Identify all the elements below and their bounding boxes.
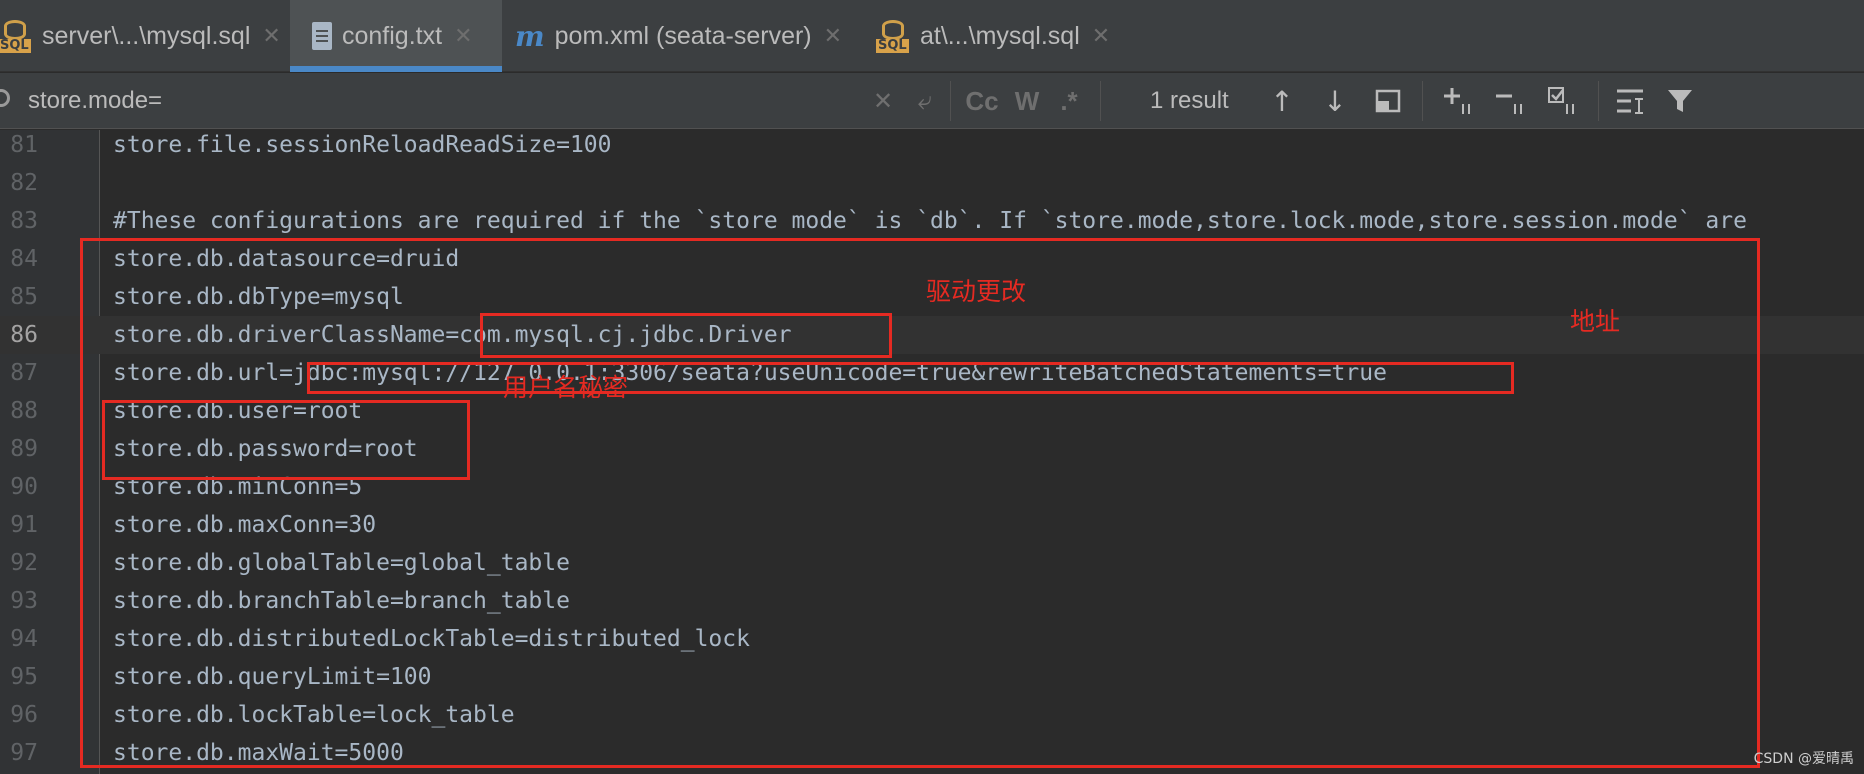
select-all-occurrences-icon[interactable] — [1544, 81, 1584, 121]
code-text: store.file.sessionReloadReadSize=100 — [113, 132, 612, 158]
close-icon[interactable]: ✕ — [454, 23, 472, 49]
url-annotation: 地址 — [1570, 307, 1621, 336]
code-editor[interactable]: 81 store.file.sessionReloadReadSize=100 82… — [0, 130, 1864, 774]
text-file-icon — [312, 22, 332, 50]
regex-button[interactable]: .* — [1052, 81, 1086, 121]
add-occurrence-icon[interactable] — [1440, 81, 1480, 121]
config-block-highlight — [80, 238, 1760, 768]
previous-occurrence-icon[interactable]: ↑ — [1262, 81, 1302, 121]
line-number: 83 — [10, 208, 38, 234]
filter-options-icon[interactable] — [1610, 81, 1650, 121]
line-number: 96 — [10, 702, 38, 728]
code-line[interactable]: 82 — [0, 164, 1864, 202]
sql-file-icon: SQL — [0, 19, 32, 53]
maven-icon: m — [515, 19, 545, 53]
line-number: 88 — [10, 398, 38, 424]
new-line-icon[interactable]: ⤶ — [908, 81, 942, 121]
tab-label: config.txt — [342, 21, 443, 50]
divider — [1598, 81, 1599, 121]
close-icon[interactable]: ✕ — [1092, 23, 1110, 49]
tab-label: server\...\mysql.sql — [42, 21, 251, 50]
clear-search-icon[interactable]: ✕ — [868, 81, 898, 121]
credentials-highlight — [102, 400, 470, 480]
line-number: 91 — [10, 512, 38, 538]
line-number: 84 — [10, 246, 38, 272]
watermark: CSDN @爱晴禹 — [1753, 751, 1854, 767]
driver-annotation: 驱动更改 — [926, 277, 1027, 306]
line-number: 94 — [10, 626, 38, 652]
line-number: 93 — [10, 588, 38, 614]
result-count: 1 result — [1150, 87, 1229, 114]
sql-file-icon: SQL — [876, 19, 910, 53]
next-occurrence-icon[interactable]: ↓ — [1315, 81, 1355, 121]
divider — [1100, 81, 1101, 121]
tab-server-mysql-sql[interactable]: SQL server\...\mysql.sql ✕ — [0, 0, 285, 72]
code-line[interactable]: 83 #These configurations are required if … — [0, 202, 1864, 240]
driver-highlight — [480, 313, 892, 358]
tab-label: pom.xml (seata-server) — [554, 21, 812, 50]
line-number: 85 — [10, 284, 38, 310]
whole-words-button[interactable]: W — [1010, 81, 1044, 121]
line-number: 86 — [10, 322, 38, 348]
search-icon[interactable] — [0, 89, 10, 107]
line-number: 92 — [10, 550, 38, 576]
remove-occurrence-icon[interactable] — [1492, 81, 1532, 121]
search-input[interactable] — [28, 81, 848, 121]
divider — [950, 81, 951, 121]
divider — [1422, 81, 1423, 121]
line-number: 90 — [10, 474, 38, 500]
tab-pom-xml[interactable]: m pom.xml (seata-server) ✕ — [515, 0, 875, 72]
tab-at-mysql-sql[interactable]: SQL at\...\mysql.sql ✕ — [876, 0, 1150, 72]
line-number: 97 — [10, 740, 38, 766]
line-number: 95 — [10, 664, 38, 690]
filter-icon[interactable] — [1660, 81, 1700, 121]
line-number: 81 — [10, 132, 38, 158]
line-number: 82 — [10, 170, 38, 196]
code-line[interactable]: 81 store.file.sessionReloadReadSize=100 — [0, 130, 1864, 164]
close-icon[interactable]: ✕ — [824, 23, 842, 49]
find-bar: ✕ ⤶ Cc W .* 1 result ↑ ↓ — [0, 73, 1864, 129]
open-in-window-icon[interactable] — [1368, 81, 1408, 121]
close-icon[interactable]: ✕ — [262, 23, 280, 49]
match-case-button[interactable]: Cc — [962, 81, 1002, 121]
line-number: 89 — [10, 436, 38, 462]
credentials-annotation: 用户名秘密 — [503, 373, 629, 402]
tab-label: at\...\mysql.sql — [920, 21, 1080, 50]
code-text: #These configurations are required if th… — [113, 208, 1747, 234]
line-number: 87 — [10, 360, 38, 386]
tab-config-txt[interactable]: config.txt ✕ — [290, 0, 502, 72]
url-highlight — [307, 362, 1514, 394]
editor-tab-bar: SQL server\...\mysql.sql ✕ config.txt ✕ … — [0, 0, 1864, 72]
